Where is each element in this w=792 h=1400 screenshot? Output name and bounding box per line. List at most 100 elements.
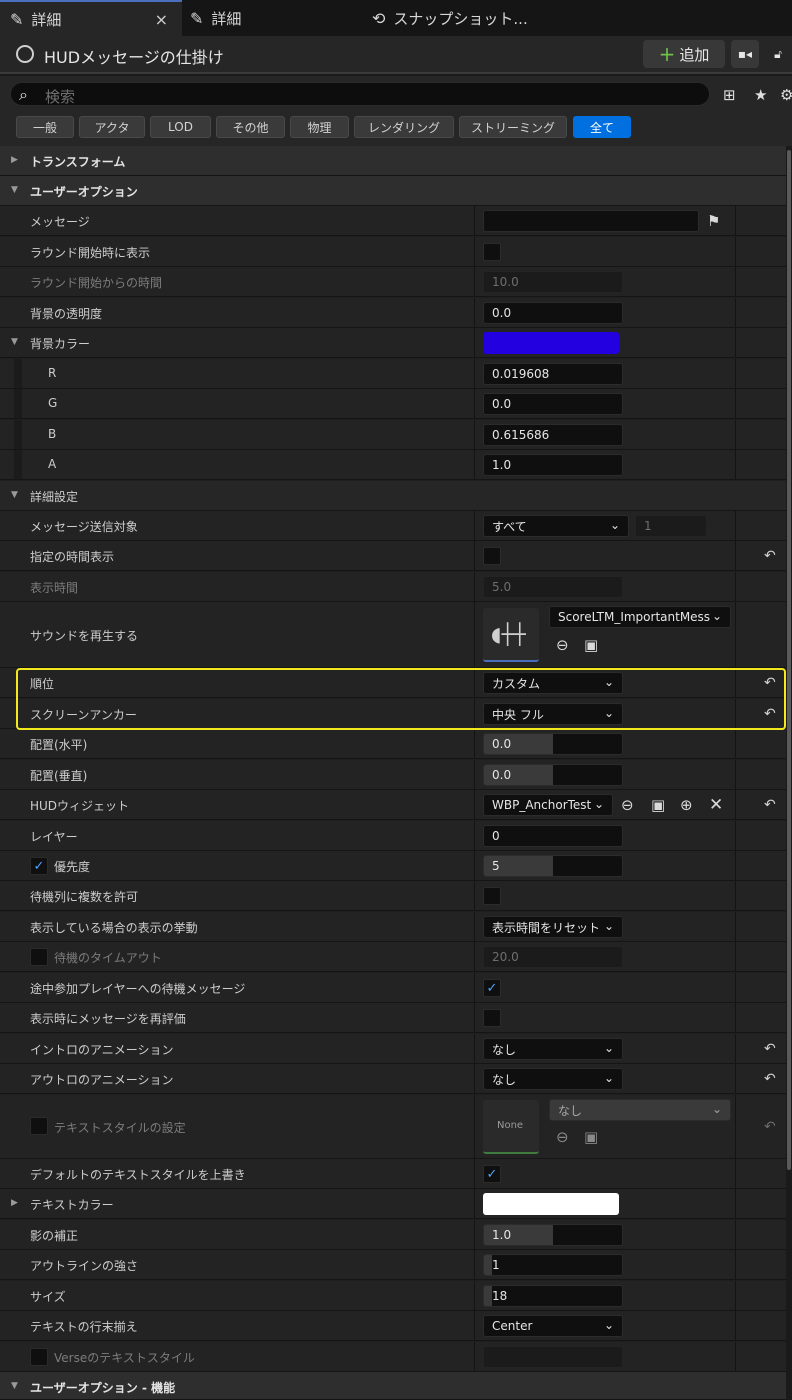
queue-timeout-input[interactable]: 20.0: [483, 946, 623, 968]
prop-label: メッセージ送信対象: [30, 520, 138, 534]
prop-label: 表示している場合の表示の挙動: [30, 921, 198, 935]
align-h-slider[interactable]: 0.0: [483, 733, 623, 755]
browse-icon[interactable]: ▣: [651, 796, 665, 814]
use-selected-icon[interactable]: ⊖: [556, 1128, 569, 1146]
grid-view-icon[interactable]: ⊞: [723, 86, 736, 104]
text-color-swatch[interactable]: [483, 1193, 619, 1215]
blueprint-icon[interactable]: ▪◂: [731, 40, 759, 68]
outline-slider[interactable]: 1: [483, 1254, 623, 1276]
verse-style-field[interactable]: [483, 1346, 623, 1368]
tab-label: 詳細: [211, 9, 242, 28]
behavior-dropdown[interactable]: 表示時間をリセット ⌄: [483, 916, 623, 938]
use-selected-icon[interactable]: ⊖: [621, 796, 634, 814]
chevron-down-icon: ⌄: [603, 1071, 614, 1085]
reset-icon[interactable]: ↶: [764, 548, 776, 564]
filter-streaming[interactable]: ストリーミング: [459, 116, 567, 138]
g-input[interactable]: 0.0: [483, 393, 623, 415]
prop-label: 配置(垂直): [30, 769, 88, 783]
reset-icon[interactable]: ↶: [764, 797, 776, 813]
display-time-input[interactable]: 5.0: [483, 576, 623, 598]
time-from-round-start-input[interactable]: 10.0: [483, 271, 623, 293]
clear-icon[interactable]: ✕: [709, 795, 723, 815]
add-component-button[interactable]: + 追加: [643, 40, 725, 68]
search-row: ⌕ 検索 ⊞ ★ ⚙: [0, 76, 792, 112]
timed-display-checkbox[interactable]: [483, 547, 501, 565]
tab-details-2[interactable]: ✎ 詳細: [190, 0, 350, 36]
search-input[interactable]: ⌕ 検索: [10, 82, 710, 106]
text-style-thumbnail[interactable]: None: [483, 1100, 539, 1154]
star-icon[interactable]: ★: [754, 86, 767, 104]
send-target-number[interactable]: 1: [635, 515, 707, 537]
message-input[interactable]: [483, 210, 699, 232]
category-user-options[interactable]: ▼ ユーザーオプション: [0, 176, 786, 206]
align-v-slider[interactable]: 0.0: [483, 764, 623, 786]
outro-anim-dropdown[interactable]: なし ⌄: [483, 1068, 623, 1090]
queue-timeout-checkbox[interactable]: [30, 948, 48, 966]
reset-icon[interactable]: ↶: [764, 1119, 776, 1135]
reeval-checkbox[interactable]: [483, 1009, 501, 1027]
filter-all[interactable]: 全て: [573, 116, 631, 138]
b-input[interactable]: 0.615686: [483, 424, 623, 446]
field-value: 0.019608: [492, 367, 550, 381]
intro-anim-dropdown[interactable]: なし ⌄: [483, 1038, 623, 1060]
category-advanced[interactable]: ▼ 詳細設定: [0, 481, 786, 511]
prop-label: R: [48, 366, 57, 380]
sound-dropdown[interactable]: ScoreLTM_ImportantMess ⌄: [549, 606, 731, 628]
show-round-start-checkbox[interactable]: [483, 243, 501, 261]
prop-label: テキストの行末揃え: [30, 1320, 138, 1334]
gear-icon[interactable]: ⚙: [780, 86, 792, 104]
allow-queue-checkbox[interactable]: [483, 887, 501, 905]
prop-label: デフォルトのテキストスタイルを上書き: [30, 1168, 246, 1182]
text-style-checkbox[interactable]: [30, 1117, 48, 1135]
sound-thumbnail[interactable]: ◖┼┼: [483, 608, 539, 662]
layer-input[interactable]: 0: [483, 825, 623, 847]
flag-icon[interactable]: ⚑: [707, 212, 720, 230]
send-target-dropdown[interactable]: すべて ⌄: [483, 515, 629, 537]
filter-lod[interactable]: LOD: [150, 116, 211, 138]
hud-widget-dropdown[interactable]: WBP_AnchorTest ⌄: [483, 794, 613, 816]
category-user-options-func[interactable]: ▼ ユーザーオプション - 機能: [0, 1372, 786, 1400]
prop-label: A: [48, 457, 57, 471]
verse-style-checkbox[interactable]: [30, 1348, 48, 1366]
reset-icon[interactable]: ↶: [764, 1041, 776, 1057]
justify-dropdown[interactable]: Center ⌄: [483, 1315, 623, 1337]
bg-color-swatch[interactable]: [483, 332, 619, 354]
prop-play-sound: サウンドを再生する ◖┼┼ ScoreLTM_ImportantMess ⌄ ⊖ …: [0, 602, 786, 668]
prop-bg-color[interactable]: ▼ 背景カラー: [0, 328, 786, 358]
size-slider[interactable]: 18: [483, 1285, 623, 1307]
lock-icon[interactable]: 🔓︎: [764, 40, 792, 68]
category-transform[interactable]: ▶ トランスフォーム: [0, 146, 786, 176]
browse-icon[interactable]: ▣: [584, 636, 598, 654]
prop-text-color[interactable]: ▶ テキストカラー: [0, 1189, 786, 1219]
priority-override-checkbox[interactable]: ✓: [30, 857, 48, 875]
filter-general[interactable]: 一般: [16, 116, 74, 138]
reset-icon[interactable]: ↶: [764, 1071, 776, 1087]
use-selected-icon[interactable]: ⊖: [556, 636, 569, 654]
browse-icon[interactable]: ▣: [584, 1128, 598, 1146]
prop-g: G 0.0: [0, 389, 786, 419]
shadow-slider[interactable]: 1.0: [483, 1224, 623, 1246]
jip-message-checkbox[interactable]: ✓: [483, 979, 501, 997]
scrollbar-thumb[interactable]: [787, 150, 791, 1170]
tab-snapshot[interactable]: ⟲ スナップショット...: [372, 0, 572, 36]
override-style-checkbox[interactable]: ✓: [483, 1165, 501, 1183]
filter-physics[interactable]: 物理: [290, 116, 349, 138]
priority-slider[interactable]: 5: [483, 855, 623, 877]
prop-layer: レイヤー 0: [0, 821, 786, 851]
category-label: 詳細設定: [30, 490, 79, 504]
filter-misc[interactable]: その他: [216, 116, 285, 138]
bg-opacity-input[interactable]: 0.0: [483, 302, 623, 324]
filter-actor[interactable]: アクタ: [79, 116, 145, 138]
prop-intro-anim: イントロのアニメーション なし ⌄ ↶: [0, 1034, 786, 1064]
text-style-dropdown[interactable]: なし ⌄: [549, 1099, 731, 1121]
r-input[interactable]: 0.019608: [483, 363, 623, 385]
history-icon: ⟲: [372, 8, 386, 28]
close-icon[interactable]: ×: [155, 10, 168, 29]
field-value: 0.0: [492, 768, 512, 782]
prop-label: イントロのアニメーション: [30, 1043, 174, 1057]
dropdown-value: すべて: [492, 519, 527, 534]
a-input[interactable]: 1.0: [483, 454, 623, 476]
tab-details-active[interactable]: ✎ 詳細 ×: [0, 0, 182, 36]
filter-rendering[interactable]: レンダリング: [354, 116, 454, 138]
add-icon[interactable]: ⊕: [680, 796, 693, 814]
